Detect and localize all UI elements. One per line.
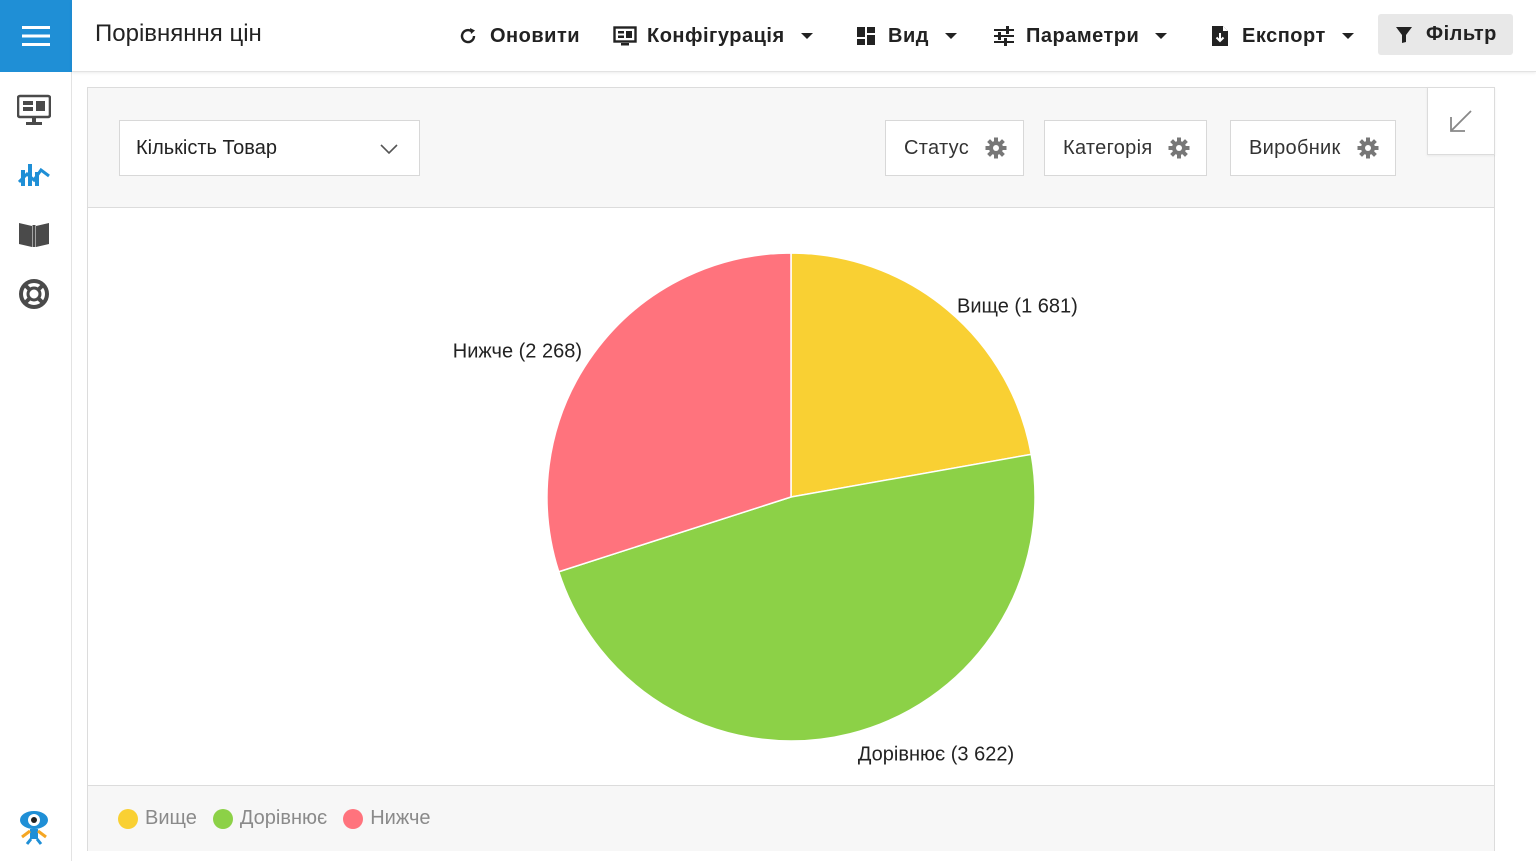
sidebar-item-dashboard[interactable] [16, 92, 52, 128]
sidebar-item-support[interactable] [16, 276, 52, 312]
view-label: Вид [888, 24, 929, 47]
chevron-down-icon [944, 33, 957, 39]
chip-status[interactable]: Статус [885, 120, 1025, 176]
gear-icon[interactable] [1168, 137, 1190, 159]
chart-icon [18, 164, 50, 186]
refresh-icon [456, 24, 480, 48]
mascot-icon [20, 811, 48, 845]
legend-item-equal[interactable]: Дорівнює [212, 807, 328, 830]
chevron-down-icon [1341, 33, 1354, 39]
collapse-arrow-icon [1450, 110, 1472, 132]
legend-item-below[interactable]: Нижче [343, 807, 431, 830]
params-label: Параметри [1026, 24, 1140, 47]
sidebar [0, 0, 72, 861]
chart-panel: Кількість Товар Статус Категорія Виробни… [87, 87, 1495, 851]
config-label: Конфігурація [647, 24, 785, 47]
hamburger-icon [22, 26, 50, 46]
export-label: Експорт [1242, 24, 1326, 47]
measure-select[interactable]: Кількість Товар [119, 120, 420, 176]
view-button[interactable]: Вид [854, 16, 957, 56]
pie-label-below: Нижче (2 268) [453, 340, 582, 362]
monitor-icon [17, 94, 51, 125]
chart-legend: Вище Дорівнює Нижче [88, 785, 1494, 851]
pie-label-equal: Дорівнює (3 622) [858, 743, 1014, 765]
menu-button[interactable] [0, 0, 72, 72]
pie-chart: Вище (1 681) Дорівнює (3 622) Нижче (2 268… [453, 252, 1078, 765]
chevron-down-icon [1155, 33, 1168, 39]
top-bar: Порівняння цін Оновити Конфігурація Вид … [72, 0, 1536, 72]
sidebar-item-analytics[interactable] [16, 156, 52, 192]
collapse-panel-button[interactable] [1427, 87, 1495, 155]
legend-dot-equal [212, 808, 233, 829]
panel-header: Кількість Товар Статус Категорія Виробни… [88, 88, 1494, 208]
pie-label-above: Вище (1 681) [957, 295, 1078, 317]
chip-manufacturer-label: Виробник [1249, 136, 1341, 159]
filter-button[interactable]: Фільтр [1378, 14, 1513, 55]
export-button[interactable]: Експорт [1208, 16, 1354, 56]
gear-icon[interactable] [985, 137, 1007, 159]
chevron-down-icon [380, 144, 398, 155]
chart-area: Вище (1 681) Дорівнює (3 622) Нижче (2 268… [88, 209, 1494, 785]
refresh-button[interactable]: Оновити [456, 16, 580, 56]
chip-manufacturer[interactable]: Виробник [1230, 120, 1396, 176]
sidebar-item-docs[interactable] [16, 216, 52, 252]
gear-icon[interactable] [1357, 137, 1379, 159]
page-title: Порівняння цін [95, 20, 262, 47]
measure-select-value: Кількість Товар [136, 136, 277, 159]
legend-item-above[interactable]: Вище [118, 807, 197, 830]
sliders-icon [992, 24, 1016, 48]
sidebar-mascot[interactable] [16, 808, 52, 845]
legend-dot-above [118, 808, 138, 829]
config-button[interactable]: Конфігурація [613, 16, 813, 56]
chip-status-label: Статус [904, 136, 970, 159]
funnel-icon [1392, 23, 1416, 47]
refresh-label: Оновити [490, 24, 581, 47]
filter-label: Фільтр [1426, 23, 1497, 45]
chip-category[interactable]: Категорія [1044, 120, 1208, 176]
legend-dot-below [343, 808, 364, 829]
dashboard-icon [854, 24, 878, 48]
legend-label-below: Нижче [370, 807, 431, 829]
file-export-icon [1208, 24, 1232, 48]
lifebuoy-icon [19, 279, 49, 309]
book-icon [19, 223, 49, 247]
legend-label-above: Вище [145, 807, 197, 829]
params-button[interactable]: Параметри [992, 16, 1168, 56]
chip-category-label: Категорія [1063, 136, 1153, 159]
legend-label-equal: Дорівнює [239, 807, 328, 829]
chevron-down-icon [800, 33, 813, 39]
config-icon [613, 24, 637, 48]
